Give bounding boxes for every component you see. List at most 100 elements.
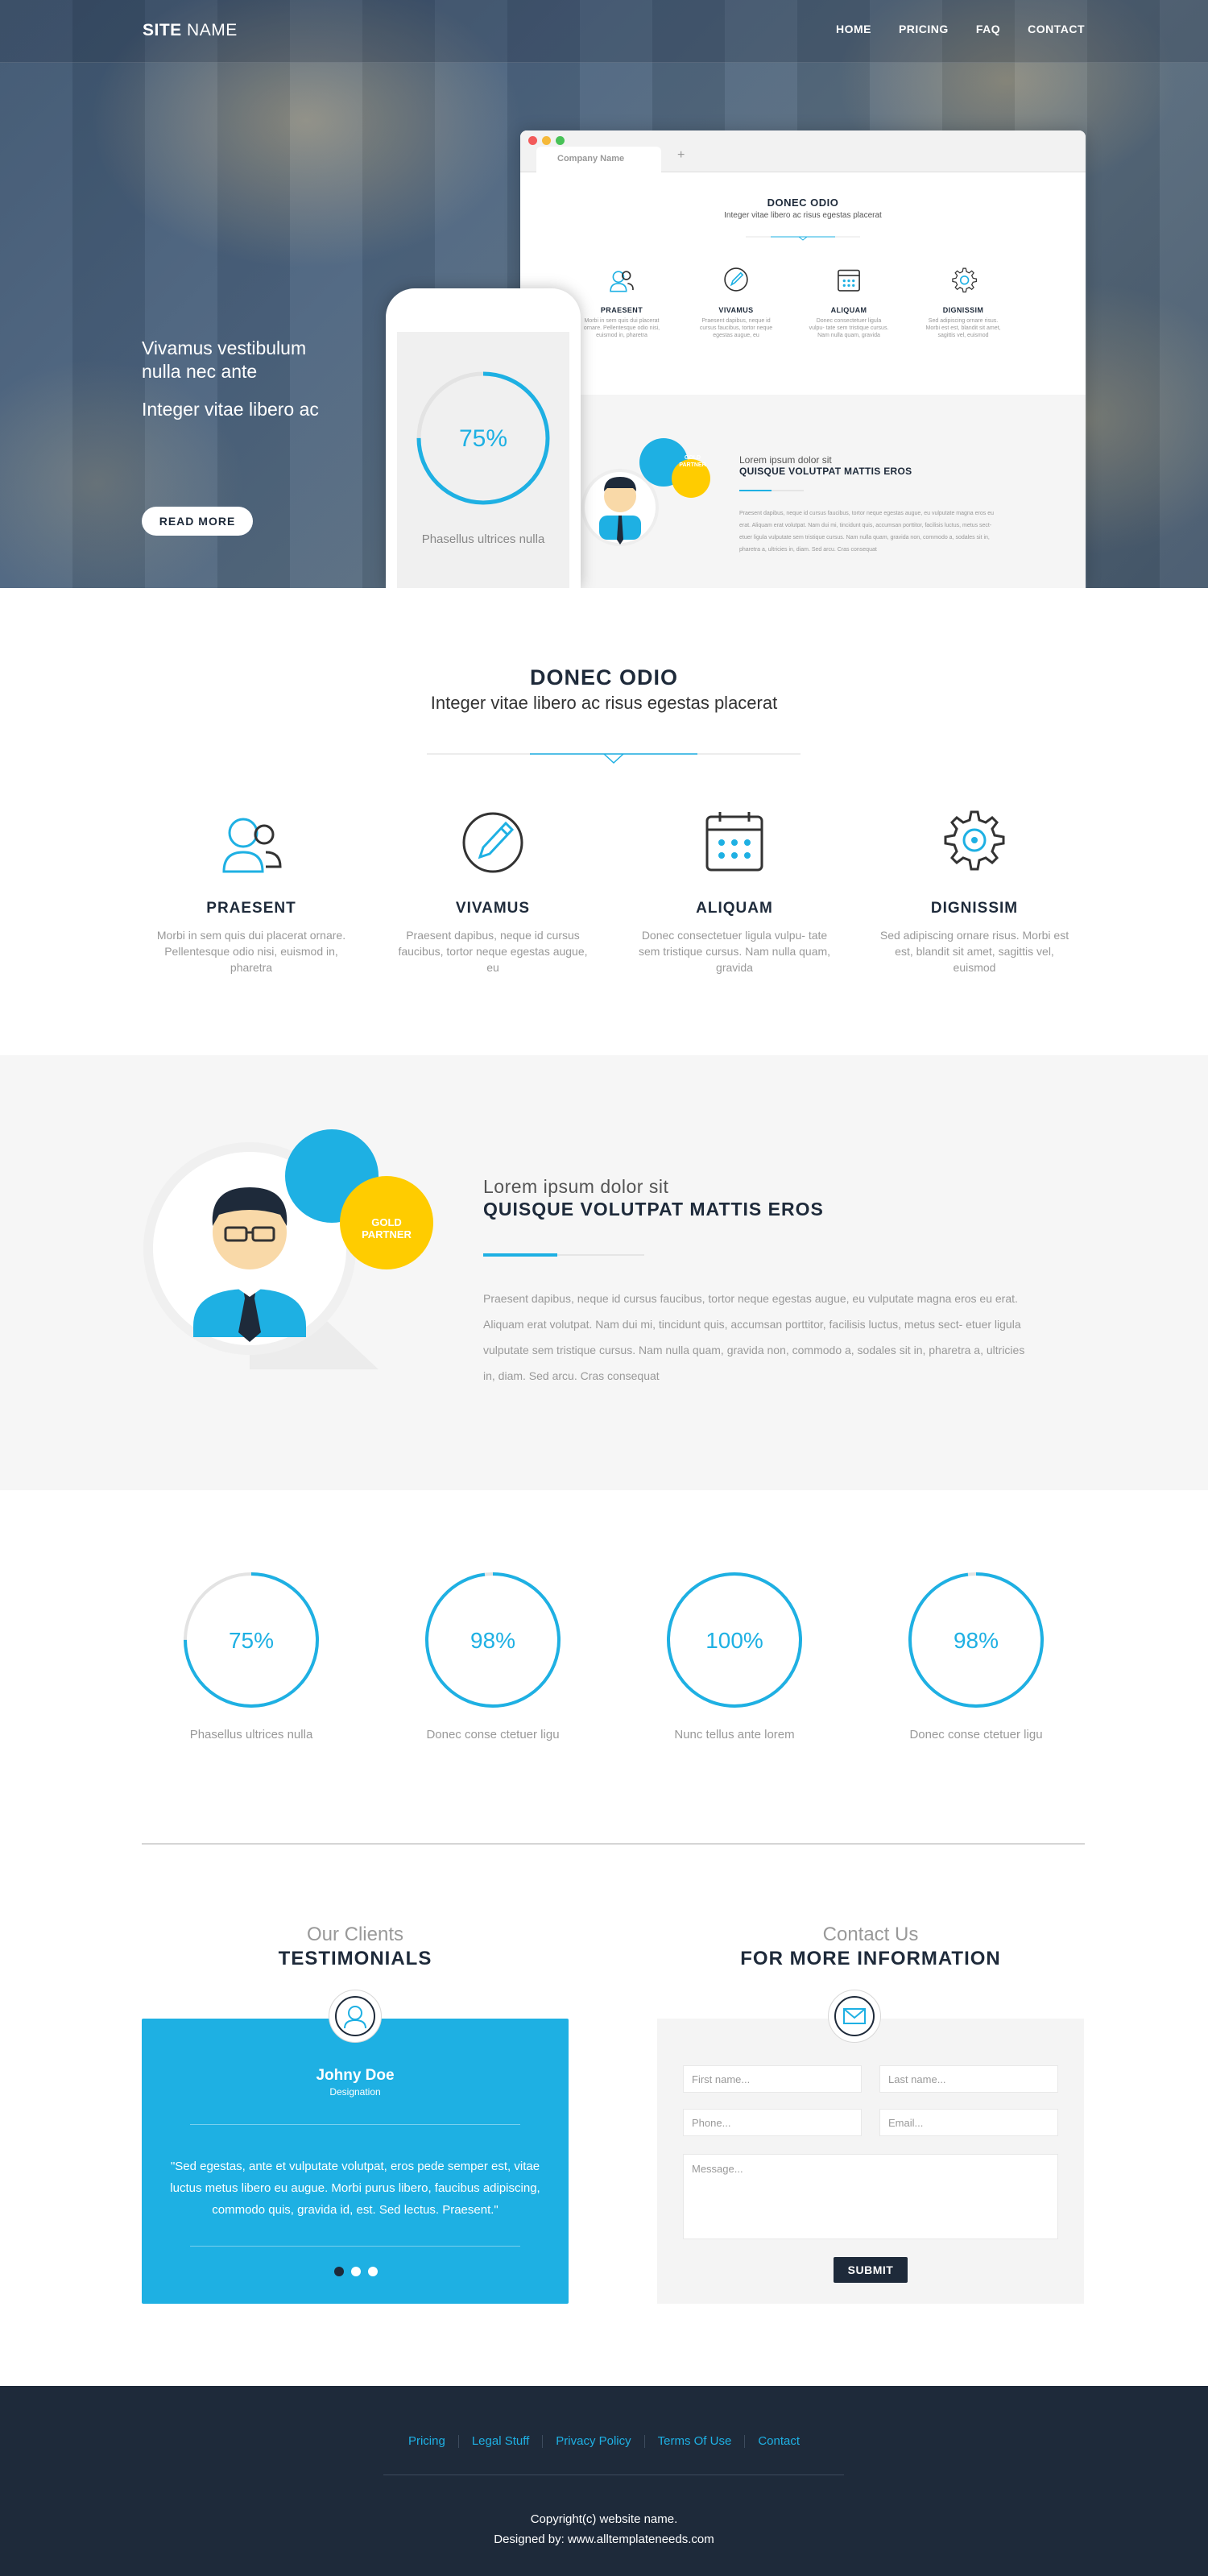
svg-text:98%: 98%	[470, 1628, 515, 1653]
footer-separator	[744, 2434, 746, 2448]
designed-by-text: Designed by: www.alltemplateneeds.com	[494, 2533, 714, 2546]
testimonial-quote: "Sed egestas, ante et vulputate volutpat…	[170, 2160, 540, 2217]
calendar-icon	[838, 269, 860, 292]
partner-lead: Lorem ipsum dolor sit	[483, 1176, 669, 1197]
mini-divider-icon	[746, 236, 860, 241]
phone-label: Phasellus ultrices nulla	[421, 532, 545, 546]
testimonial-designation: Designation	[329, 2086, 381, 2098]
mini-partner-title: QUISQUE VOLUTPAT MATTIS EROS	[739, 466, 912, 477]
stat-label: Phasellus ultrices nulla	[189, 1728, 313, 1741]
hero-line-2: Integer vitae libero ac	[142, 399, 319, 420]
footer: Pricing Legal Stuff Privacy Policy Terms…	[0, 2386, 1208, 2576]
stat-label: Donec conse ctetuer ligu	[909, 1728, 1043, 1741]
browser-toolbar: Company Name +	[520, 130, 1086, 172]
footer-link-terms[interactable]: Terms Of Use	[658, 2434, 732, 2448]
footer-link-privacy[interactable]: Privacy Policy	[556, 2434, 631, 2448]
svg-text:98%: 98%	[954, 1628, 999, 1653]
phone-mockup: 75% Phasellus ultrices nulla	[386, 288, 581, 588]
testimonial-divider	[190, 2124, 520, 2125]
phone-progress-ring: 75%	[416, 371, 550, 505]
mini-partner-section: GOLD PARTNER Lorem ipsum dolor sit QUISQ…	[520, 395, 1086, 588]
intro-subtitle: Integer vitae libero ac risus egestas pl…	[430, 693, 778, 713]
footer-link-contact[interactable]: Contact	[758, 2434, 800, 2448]
email-field[interactable]: Email...	[879, 2109, 1058, 2136]
calendar-icon	[705, 812, 763, 872]
footer-link-legal[interactable]: Legal Stuff	[472, 2434, 529, 2448]
footer-link-pricing[interactable]: Pricing	[408, 2434, 445, 2448]
nav-faq[interactable]: FAQ	[976, 23, 1000, 35]
browser-mockup: Company Name + DONEC ODIO Integer vitae …	[520, 130, 1086, 588]
testimonial-avatar	[329, 1990, 382, 2043]
contact-badge	[828, 1990, 881, 2043]
pagination-dot[interactable]	[351, 2267, 361, 2276]
main-nav: HOME PRICING FAQ CONTACT	[836, 23, 1085, 35]
section-divider-icon	[427, 753, 801, 764]
partner-divider	[483, 1253, 644, 1257]
stat-label: Nunc tellus ante lorem	[674, 1728, 795, 1741]
stat-3: 100% Nunc tellus ante lorem	[662, 1571, 807, 1743]
testimonial-card: Johny Doe Designation "Sed egestas, ante…	[142, 2019, 569, 2304]
feature-text: Sed adipiscing ornare risus. Morbi est e…	[879, 929, 1069, 974]
phone-screen: 75% Phasellus ultrices nulla	[397, 332, 569, 588]
feature-title: DIGNISSIM	[930, 900, 1019, 917]
svg-text:75%: 75%	[229, 1628, 274, 1653]
progress-ring: 100%	[667, 1572, 802, 1708]
mini-feature-vivamus: VIVAMUS Praesent dapibus, neque id cursus…	[696, 265, 776, 339]
user-icon	[335, 1996, 375, 2036]
nav-pricing[interactable]: PRICING	[899, 23, 949, 35]
feature-praesent: PRAESENT Morbi in sem quis dui placerat …	[155, 806, 348, 975]
last-name-field[interactable]: Last name...	[879, 2065, 1058, 2093]
mini-subtitle: Integer vitae libero ac risus egestas pl…	[724, 211, 882, 220]
testimonials-title: TESTIMONIALS	[278, 1948, 432, 1969]
mini-intro-section: DONEC ODIO Integer vitae libero ac risus…	[520, 172, 1086, 395]
stat-1: 75% Phasellus ultrices nulla	[179, 1571, 324, 1743]
feature-title: VIVAMUS	[455, 900, 531, 917]
new-tab-icon: +	[677, 148, 685, 162]
pagination-dot[interactable]	[368, 2267, 378, 2276]
gold-partner-badge: GOLD PARTNER	[362, 1216, 412, 1240]
mini-partner-lead: Lorem ipsum dolor sit	[739, 454, 832, 466]
mini-avatar-illustration	[581, 438, 710, 546]
svg-text:100%: 100%	[705, 1628, 763, 1653]
phone-field[interactable]: Phone...	[683, 2109, 862, 2136]
pencil-circle-icon	[462, 812, 523, 873]
footer-links: Pricing Legal Stuff Privacy Policy Terms…	[0, 2434, 1208, 2448]
feature-title: ALIQUAM	[696, 900, 773, 917]
progress-ring: 98%	[908, 1572, 1044, 1708]
contact-form: First name... Last name... Phone... Emai…	[657, 2019, 1084, 2304]
progress-ring: 98%	[425, 1572, 561, 1708]
feature-dignissim: DIGNISSIM Sed adipiscing ornare risus. M…	[878, 806, 1071, 975]
testimonial-divider	[190, 2246, 520, 2247]
partner-title: QUISQUE VOLUTPAT MATTIS EROS	[483, 1199, 824, 1220]
user-group-icon	[222, 818, 282, 873]
nav-home[interactable]: HOME	[836, 23, 871, 35]
pencil-circle-icon	[724, 267, 748, 292]
hero-section: SITE NAME HOME PRICING FAQ CONTACT Vivam…	[0, 0, 1208, 588]
site-logo[interactable]: SITE NAME	[143, 21, 238, 40]
close-dot-icon	[528, 136, 537, 145]
feature-text: Morbi in sem quis dui placerat ornare. P…	[156, 929, 346, 974]
pagination-dot[interactable]	[334, 2267, 344, 2276]
svg-text:75%: 75%	[459, 425, 507, 452]
partner-avatar-illustration	[143, 1129, 433, 1369]
footer-separator	[457, 2434, 459, 2448]
mini-partner-line	[739, 490, 804, 491]
read-more-button[interactable]: READ MORE	[142, 507, 253, 536]
testimonial-pagination	[334, 2267, 378, 2276]
gear-icon	[952, 267, 977, 293]
progress-ring: 75%	[184, 1572, 319, 1708]
mini-feature-aliquam: ALIQUAM Donec consectetuer ligula vulpu- …	[809, 265, 889, 339]
submit-button[interactable]: SUBMIT	[834, 2257, 908, 2283]
footer-separator	[643, 2434, 645, 2448]
first-name-field[interactable]: First name...	[683, 2065, 862, 2093]
envelope-icon	[834, 1996, 875, 2036]
minimize-dot-icon	[542, 136, 551, 145]
contact-lead: Contact Us	[822, 1924, 919, 1945]
partner-section: GOLD PARTNER Lorem ipsum dolor sit QUISQ…	[0, 1055, 1208, 1490]
hero-line-1: Vivamus vestibulum nulla nec ante	[142, 338, 307, 382]
nav-contact[interactable]: CONTACT	[1028, 23, 1085, 35]
user-group-icon	[610, 271, 634, 292]
copyright-text: Copyright(c) website name.	[530, 2512, 678, 2526]
message-field[interactable]: Message...	[683, 2154, 1058, 2239]
maximize-dot-icon	[556, 136, 565, 145]
